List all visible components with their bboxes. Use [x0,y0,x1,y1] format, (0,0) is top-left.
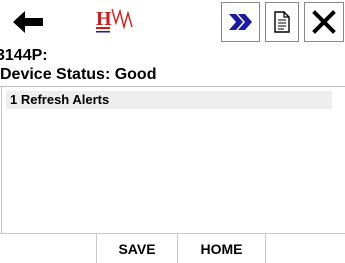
svg-text:H: H [96,8,112,30]
close-icon [312,10,336,34]
menu-list: 1 Refresh Alerts [1,87,345,233]
device-title: 3144P: [0,47,48,64]
device-status: Device Status: Good [0,66,157,83]
document-icon [274,11,290,33]
arrow-left-icon [13,11,43,33]
menu-item-refresh-alerts[interactable]: 1 Refresh Alerts [6,91,332,109]
home-button[interactable]: HOME [178,234,266,263]
close-button[interactable] [304,2,344,42]
hw-logo: H [92,2,152,42]
save-button[interactable]: SAVE [96,234,178,263]
bottom-bar: SAVE HOME [0,233,345,263]
next-button[interactable] [221,2,260,42]
double-chevron-right-icon [228,14,252,30]
document-button[interactable] [265,2,299,42]
back-button[interactable] [2,2,54,42]
toolbar: H [0,0,345,46]
